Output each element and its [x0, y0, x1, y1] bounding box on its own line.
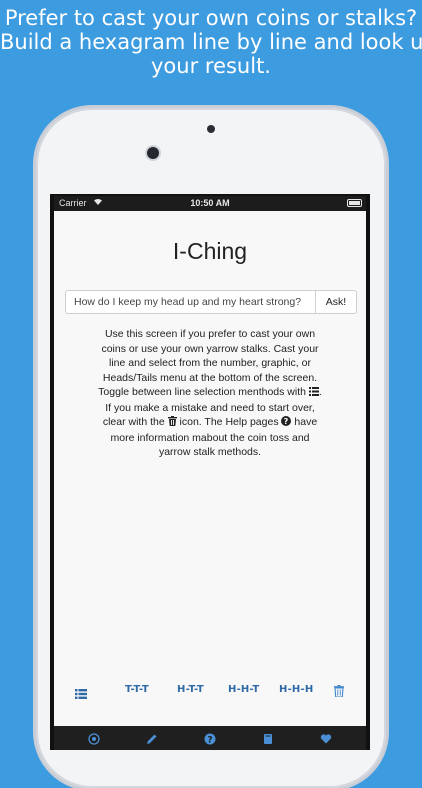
tab-cast-target-icon[interactable]: [88, 732, 100, 745]
status-time: 10:50 AM: [190, 198, 230, 208]
battery-icon: [347, 199, 362, 207]
promo-headline: Prefer to cast your own coins or stalks?…: [0, 6, 422, 78]
method-ttt-button[interactable]: T-T-T: [125, 684, 149, 695]
question-input[interactable]: [65, 290, 316, 314]
tab-help-icon[interactable]: ?: [204, 732, 216, 745]
method-hht-button[interactable]: H-H-T: [228, 684, 259, 695]
phone-camera: [147, 147, 159, 159]
phone-speaker: [207, 125, 215, 133]
line-selection-menu: T-T-T H-T-T H-H-T H-H-H: [54, 684, 366, 700]
tab-favorites-heart-icon[interactable]: [320, 732, 332, 744]
help-icon: ?: [281, 416, 292, 431]
tab-book-icon[interactable]: [262, 732, 274, 744]
app-screen: Carrier 10:50 AM I-Ching Ask! Use this s…: [54, 196, 366, 750]
method-hhh-button[interactable]: H-H-H: [279, 684, 313, 695]
tab-journal-pencil-icon[interactable]: [146, 732, 158, 744]
app-title: I-Ching: [172, 238, 248, 264]
promo-line-3: your result.: [151, 54, 271, 78]
promo-line-2: Build a hexagram line by line and look u…: [0, 30, 422, 54]
method-htt-button[interactable]: H-T-T: [177, 684, 204, 695]
svg-text:?: ?: [284, 417, 289, 426]
promo-line-1: Prefer to cast your own coins or stalks?: [4, 6, 418, 30]
instructions-text: Use this screen if you prefer to cast yo…: [98, 327, 322, 460]
instructions-part-1: Use this screen if you prefer to cast yo…: [98, 328, 319, 398]
svg-text:?: ?: [207, 735, 212, 745]
status-bar: Carrier 10:50 AM: [54, 196, 366, 211]
clear-trash-icon[interactable]: [334, 684, 344, 702]
ask-button[interactable]: Ask!: [315, 290, 357, 314]
list-toggle-icon[interactable]: [75, 686, 87, 704]
trash-icon: [167, 416, 177, 431]
instructions-part-3: icon. The Help pages: [176, 416, 282, 428]
tab-bar: ?: [54, 726, 366, 750]
question-form: Ask!: [65, 290, 357, 314]
list-icon: [308, 386, 319, 401]
